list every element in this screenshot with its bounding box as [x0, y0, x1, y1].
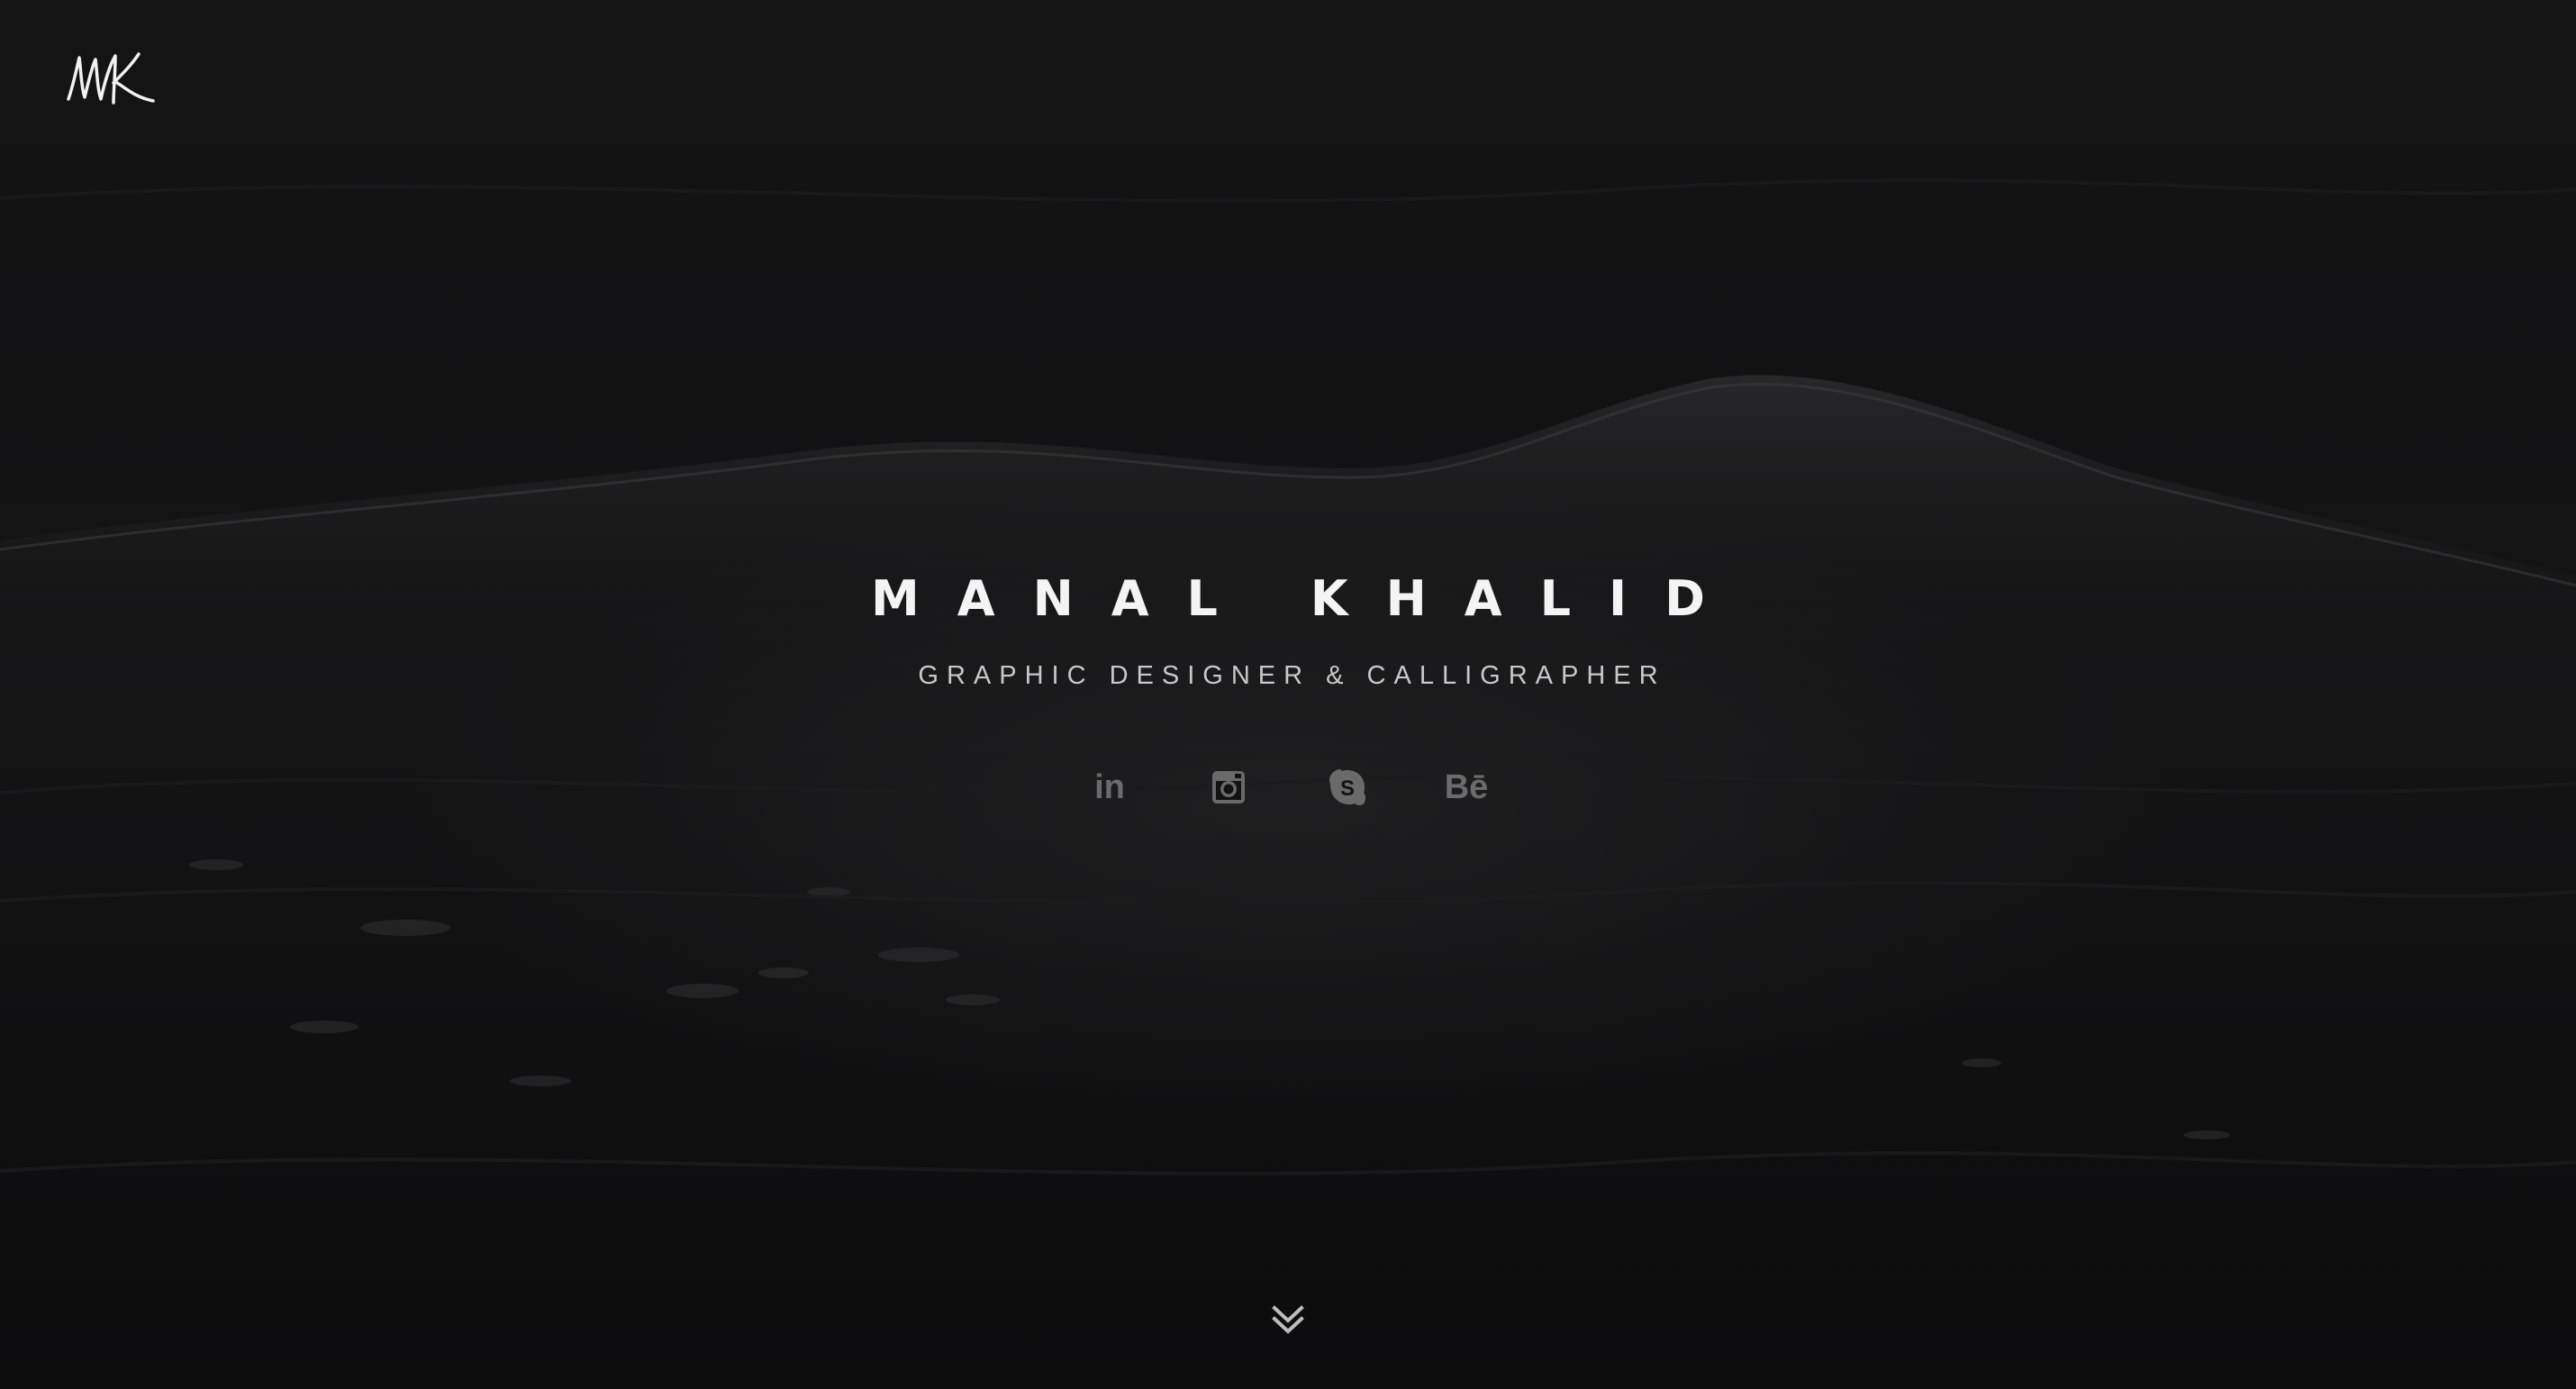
instagram-icon: [1212, 771, 1245, 803]
instagram-link[interactable]: [1209, 767, 1248, 807]
svg-text:S: S: [1340, 776, 1355, 801]
skype-link[interactable]: S: [1328, 767, 1367, 807]
skype-icon: S: [1329, 769, 1365, 805]
behance-link[interactable]: Bē: [1444, 767, 1489, 807]
behance-icon: Bē: [1444, 768, 1489, 806]
hero-section: MANAL KHALID GRAPHIC DESIGNER & CALLIGRA…: [0, 0, 2576, 1389]
linkedin-icon: in: [1094, 768, 1125, 806]
double-chevron-down-icon[interactable]: [1269, 1303, 1307, 1339]
page-title: MANAL KHALID: [871, 570, 1743, 627]
social-links: in S Bē: [0, 766, 2576, 809]
logo-icon[interactable]: [63, 47, 162, 110]
linkedin-link[interactable]: in: [1090, 767, 1129, 807]
tagline: GRAPHIC DESIGNER & CALLIGRAPHER: [918, 661, 1666, 690]
hero-content: MANAL KHALID GRAPHIC DESIGNER & CALLIGRA…: [0, 567, 2576, 809]
